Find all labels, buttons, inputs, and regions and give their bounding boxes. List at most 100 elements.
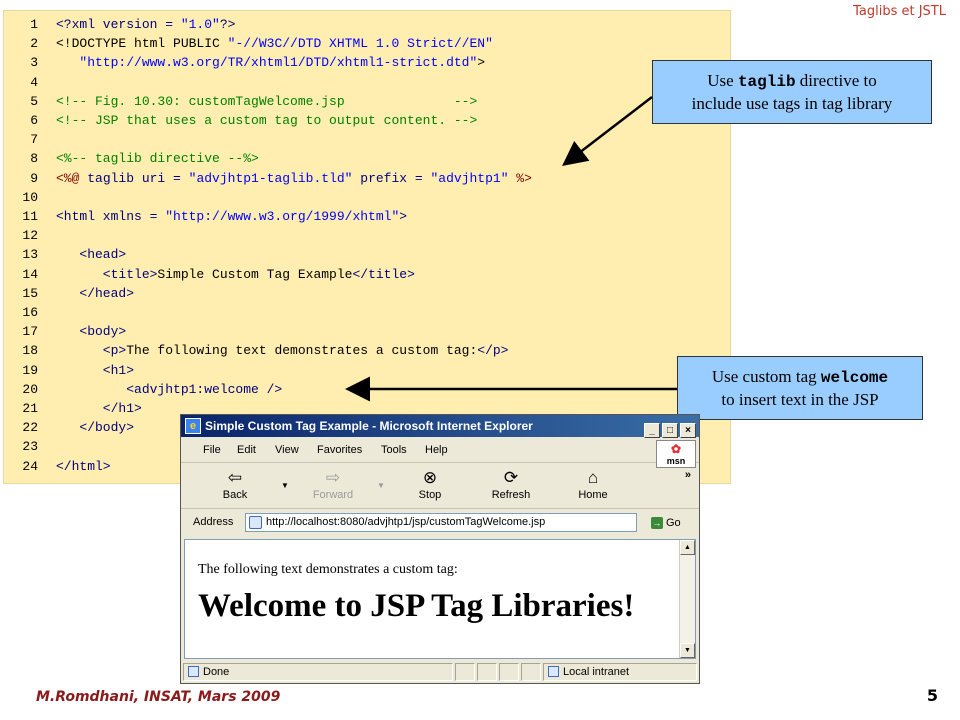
code-line: 13 <head> — [4, 245, 126, 264]
code-token: <!-- JSP that uses a custom tag to outpu… — [56, 113, 478, 128]
code-line: 1 <?xml version = "1.0"?> — [4, 15, 235, 34]
line-number: 17 — [22, 324, 38, 340]
callout-taglib-line2: include use tags in tag library — [691, 94, 893, 113]
menu-tools[interactable]: Tools — [381, 444, 407, 456]
code-token: "http://www.w3.org/1999/xhtml" — [165, 209, 400, 224]
refresh-button[interactable]: ⟳ Refresh — [487, 467, 535, 507]
stop-button[interactable]: ⊗ Stop — [413, 467, 447, 507]
refresh-label: Refresh — [491, 489, 531, 501]
line-number: 22 — [22, 420, 38, 436]
slide-header: Taglibs et JSTL — [853, 4, 946, 19]
code-line: 20 <advjhtp1:welcome /> — [4, 380, 282, 399]
code-token: %> — [508, 170, 532, 186]
scroll-down-icon[interactable]: ▼ — [680, 643, 695, 658]
code-line: 21 </h1> — [4, 399, 142, 418]
home-button[interactable]: ⌂ Home — [575, 467, 611, 507]
line-number: 4 — [30, 74, 38, 90]
status-done: Done — [203, 666, 230, 678]
page-number: 5 — [926, 686, 938, 705]
code-token: <advjhtp1:welcome /> — [56, 381, 283, 397]
toolbar-more-chevron[interactable]: » — [685, 469, 691, 481]
menu-view[interactable]: View — [275, 444, 299, 456]
menu-help[interactable]: Help — [425, 444, 448, 456]
code-line: 9 <%@ taglib uri = "advjhtp1-taglib.tld" … — [4, 169, 532, 188]
code-token: <head> — [56, 247, 127, 263]
code-line: 12 — [4, 226, 56, 245]
code-token: </h1> — [56, 401, 142, 416]
line-number: 21 — [22, 401, 38, 416]
code-listing: 1 <?xml version = "1.0"?> 2 <!DOCTYPE html … — [3, 10, 731, 484]
menu-file[interactable]: File — [203, 444, 221, 456]
address-input[interactable]: http://localhost:8080/advjhtp1/jsp/custo… — [245, 513, 637, 532]
forward-button[interactable]: ⇨ Forward — [307, 467, 359, 507]
page-heading: Welcome to JSP Tag Libraries! — [198, 588, 635, 624]
line-number: 3 — [30, 55, 38, 71]
menu-edit[interactable]: Edit — [237, 444, 256, 456]
page-paragraph: The following text demonstrates a custom… — [198, 562, 458, 577]
status-bar: Done Local intranet — [181, 661, 699, 683]
code-token: </html> — [56, 458, 111, 474]
browser-title-bar[interactable]: e Simple Custom Tag Example - Microsoft … — [181, 415, 699, 440]
address-label: Address — [193, 516, 234, 528]
code-token: </head> — [56, 285, 135, 301]
status-zone-cell: Local intranet — [543, 663, 697, 681]
scroll-up-icon[interactable]: ▲ — [680, 540, 695, 555]
code-token: <html xmlns = — [56, 209, 166, 224]
line-number: 5 — [30, 93, 38, 109]
code-token: taglib uri = — [87, 170, 189, 186]
code-line: 17 <body> — [4, 322, 126, 341]
line-number: 11 — [22, 209, 38, 224]
line-number: 6 — [30, 113, 38, 128]
code-line: 6 <!-- JSP that uses a custom tag to outp… — [4, 111, 477, 130]
home-label: Home — [578, 489, 608, 501]
status-cell-2 — [477, 663, 497, 681]
page-viewport: The following text demonstrates a custom… — [184, 539, 696, 659]
go-label: Go — [666, 517, 681, 529]
close-button[interactable]: × — [680, 423, 696, 438]
slide-footer: M.Romdhani, INSAT, Mars 2009 — [36, 689, 281, 705]
code-line: 19 <h1> — [4, 361, 134, 380]
status-done-cell: Done — [183, 663, 453, 681]
code-token: <?xml version = — [56, 17, 181, 32]
address-url: http://localhost:8080/advjhtp1/jsp/custo… — [266, 516, 546, 528]
window-controls: _ □ × — [642, 418, 696, 440]
code-line: 16 — [4, 303, 56, 322]
code-token: <p> — [56, 343, 127, 359]
msn-logo[interactable]: ✿ msn — [656, 440, 696, 468]
status-zone: Local intranet — [563, 666, 630, 678]
back-button[interactable]: ⇦ Back — [215, 467, 255, 507]
code-token: > — [399, 209, 408, 224]
code-token: ?> — [219, 17, 236, 32]
back-dropdown-icon[interactable]: ▼ — [281, 481, 289, 490]
toolbar: ⇦ Back ▼ ⇨ Forward ▼ ⊗ Stop ⟳ Refresh ⌂ … — [181, 465, 699, 509]
back-label: Back — [222, 489, 248, 501]
status-cell-3 — [499, 663, 519, 681]
menu-bar: File Edit View Favorites Tools Help ✿ msn — [181, 439, 699, 468]
code-line: 14 <title>Simple Custom Tag Example</tit… — [4, 265, 415, 284]
callout-taglib: Use taglib directive to include use tags… — [652, 60, 932, 124]
home-icon: ⌂ — [587, 468, 599, 487]
menu-favorites[interactable]: Favorites — [317, 444, 362, 456]
line-number: 14 — [22, 266, 38, 282]
refresh-icon: ⟳ — [503, 468, 519, 487]
line-number: 23 — [22, 439, 38, 455]
code-line: 24 </html> — [4, 457, 111, 476]
line-number: 18 — [22, 343, 38, 359]
intranet-icon — [548, 666, 559, 677]
forward-dropdown-icon[interactable]: ▼ — [377, 481, 385, 490]
maximize-button[interactable]: □ — [662, 423, 678, 438]
vertical-scrollbar[interactable]: ▲ ▼ — [679, 540, 695, 658]
code-token: prefix = — [352, 170, 431, 186]
minimize-button[interactable]: _ — [644, 423, 660, 438]
back-arrow-icon: ⇦ — [227, 468, 243, 487]
code-token: The following text demonstrates a custom… — [126, 343, 478, 359]
line-number: 19 — [22, 362, 38, 378]
code-line: 5 <!-- Fig. 10.30: customTagWelcome.jsp -… — [4, 92, 477, 111]
stop-label: Stop — [418, 489, 442, 501]
line-number: 8 — [30, 151, 38, 167]
ie-logo-icon: e — [185, 418, 201, 434]
line-number: 24 — [22, 458, 38, 474]
go-button[interactable]: → Go — [647, 513, 695, 533]
status-cell-4 — [521, 663, 541, 681]
callout-taglib-line1: Use taglib directive to — [653, 70, 931, 93]
